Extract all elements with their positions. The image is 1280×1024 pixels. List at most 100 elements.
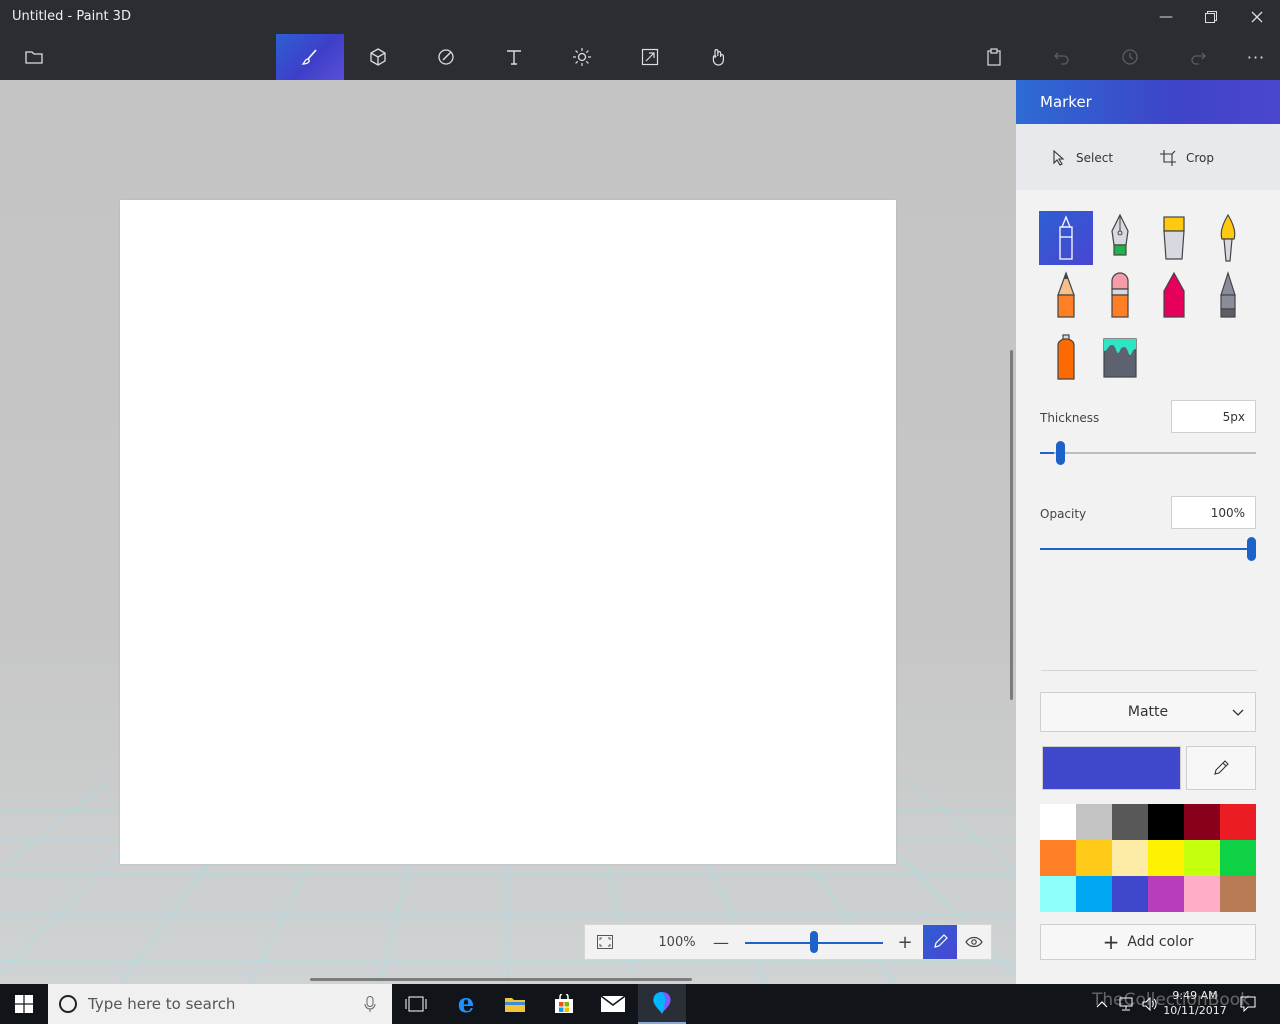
- marker-tool[interactable]: [1039, 211, 1093, 265]
- drawing-canvas[interactable]: [120, 200, 896, 864]
- pencil-tool-icon: [1057, 271, 1075, 318]
- edge-taskbar-button[interactable]: e: [442, 984, 490, 1024]
- palette-swatch[interactable]: [1076, 804, 1112, 840]
- paint3d-taskbar-button[interactable]: [638, 984, 686, 1024]
- restore-icon: [1205, 11, 1217, 23]
- paste-button[interactable]: [960, 34, 1028, 80]
- tab-2d-shapes[interactable]: [412, 34, 480, 80]
- palette-swatch[interactable]: [1220, 804, 1256, 840]
- finish-dropdown[interactable]: Matte: [1040, 692, 1256, 732]
- window-title: Untitled - Paint 3D: [12, 9, 131, 24]
- tab-brushes[interactable]: [276, 34, 344, 80]
- fill-tool[interactable]: [1093, 331, 1147, 385]
- show-hidden-icons-button[interactable]: [1090, 984, 1114, 1024]
- thickness-input[interactable]: 5px: [1171, 400, 1256, 433]
- palette-swatch[interactable]: [1076, 876, 1112, 912]
- palette-swatch[interactable]: [1220, 876, 1256, 912]
- network-button[interactable]: [1114, 984, 1138, 1024]
- palette-swatch[interactable]: [1112, 876, 1148, 912]
- zoom-value[interactable]: 100%: [649, 925, 705, 959]
- store-button[interactable]: [540, 984, 588, 1024]
- select-crop-bar: Select Crop: [1016, 124, 1280, 190]
- resize-icon: [641, 48, 659, 66]
- palette-swatch[interactable]: [1184, 876, 1220, 912]
- history-button[interactable]: [1096, 34, 1164, 80]
- redo-icon: [1191, 52, 1206, 65]
- crop-icon: [1160, 150, 1176, 166]
- eraser-tool[interactable]: [1093, 269, 1147, 323]
- opacity-slider-fill: [1040, 548, 1251, 550]
- opacity-slider-thumb[interactable]: [1247, 537, 1256, 561]
- palette-swatch[interactable]: [1040, 840, 1076, 876]
- crop-label: Crop: [1186, 151, 1215, 165]
- marker-icon: [1059, 215, 1073, 260]
- palette-swatch[interactable]: [1184, 840, 1220, 876]
- task-view-button[interactable]: [392, 984, 440, 1024]
- crayon-tool[interactable]: [1147, 269, 1201, 323]
- tab-canvas[interactable]: [616, 34, 684, 80]
- close-button[interactable]: [1234, 0, 1280, 34]
- history-icon: [1122, 49, 1138, 65]
- fit-to-screen-button[interactable]: [591, 925, 619, 959]
- restore-button[interactable]: [1188, 0, 1234, 34]
- 2d-view-button[interactable]: [923, 925, 957, 959]
- windows-logo-icon: [15, 995, 33, 1013]
- more-button[interactable]: ···: [1222, 34, 1280, 80]
- palette-swatch[interactable]: [1184, 804, 1220, 840]
- tab-effects[interactable]: [548, 34, 616, 80]
- vertical-scrollbar[interactable]: [1010, 350, 1013, 700]
- palette-swatch[interactable]: [1040, 876, 1076, 912]
- volume-button[interactable]: [1138, 984, 1162, 1024]
- thickness-slider-track[interactable]: [1040, 452, 1256, 454]
- select-button[interactable]: Select: [1052, 146, 1113, 170]
- more-icon: ···: [1246, 47, 1266, 67]
- eyedropper-button[interactable]: [1186, 746, 1256, 790]
- search-box[interactable]: Type here to search: [48, 984, 392, 1024]
- zoom-in-button[interactable]: +: [893, 925, 917, 959]
- menu-button[interactable]: [0, 34, 68, 80]
- select-label: Select: [1076, 151, 1114, 165]
- 3d-view-button[interactable]: [957, 925, 991, 959]
- search-placeholder: Type here to search: [88, 995, 236, 1013]
- tab-stickers[interactable]: [684, 34, 752, 80]
- palette-swatch[interactable]: [1148, 876, 1184, 912]
- start-button[interactable]: [0, 984, 48, 1024]
- pencil-tool[interactable]: [1201, 269, 1255, 323]
- opacity-input[interactable]: 100%: [1171, 496, 1256, 529]
- crop-button[interactable]: Crop: [1160, 146, 1214, 170]
- palette-swatch[interactable]: [1220, 840, 1256, 876]
- action-center-button[interactable]: [1234, 984, 1262, 1024]
- panel-title: Marker: [1016, 80, 1280, 124]
- tab-3d-shapes[interactable]: [344, 34, 412, 80]
- microphone-icon: [364, 996, 376, 1012]
- mail-button[interactable]: [589, 984, 637, 1024]
- system-clock[interactable]: 9:49 AM 10/11/2017: [1160, 988, 1230, 1018]
- hand-icon: [712, 49, 724, 66]
- palette-swatch[interactable]: [1148, 804, 1184, 840]
- pixel-pen-tool[interactable]: [1039, 269, 1093, 323]
- file-explorer-button[interactable]: [491, 984, 539, 1024]
- tab-text[interactable]: [480, 34, 548, 80]
- palette-swatch[interactable]: [1040, 804, 1076, 840]
- palette-swatch[interactable]: [1112, 804, 1148, 840]
- calligraphy-pen-tool[interactable]: [1093, 211, 1147, 265]
- workspace[interactable]: 100% — +: [0, 80, 1016, 984]
- network-icon: [1119, 997, 1133, 1011]
- palette-swatch[interactable]: [1148, 840, 1184, 876]
- thickness-slider-thumb[interactable]: [1056, 441, 1066, 465]
- finish-value: Matte: [1127, 704, 1169, 720]
- spray-can-tool[interactable]: [1039, 331, 1093, 385]
- close-icon: [1251, 11, 1263, 23]
- horizontal-scrollbar[interactable]: [310, 978, 692, 981]
- palette-swatch[interactable]: [1112, 840, 1148, 876]
- add-color-button[interactable]: + Add color: [1040, 924, 1256, 960]
- zoom-slider-thumb[interactable]: [810, 931, 818, 953]
- edge-icon: e: [457, 989, 475, 1019]
- current-color-swatch[interactable]: [1042, 746, 1181, 790]
- oil-brush-tool[interactable]: [1147, 211, 1201, 265]
- zoom-out-button[interactable]: —: [709, 925, 733, 959]
- palette-swatch[interactable]: [1076, 840, 1112, 876]
- minimize-button[interactable]: —: [1143, 0, 1189, 34]
- undo-button[interactable]: [1028, 34, 1096, 80]
- watercolor-tool[interactable]: [1201, 211, 1255, 265]
